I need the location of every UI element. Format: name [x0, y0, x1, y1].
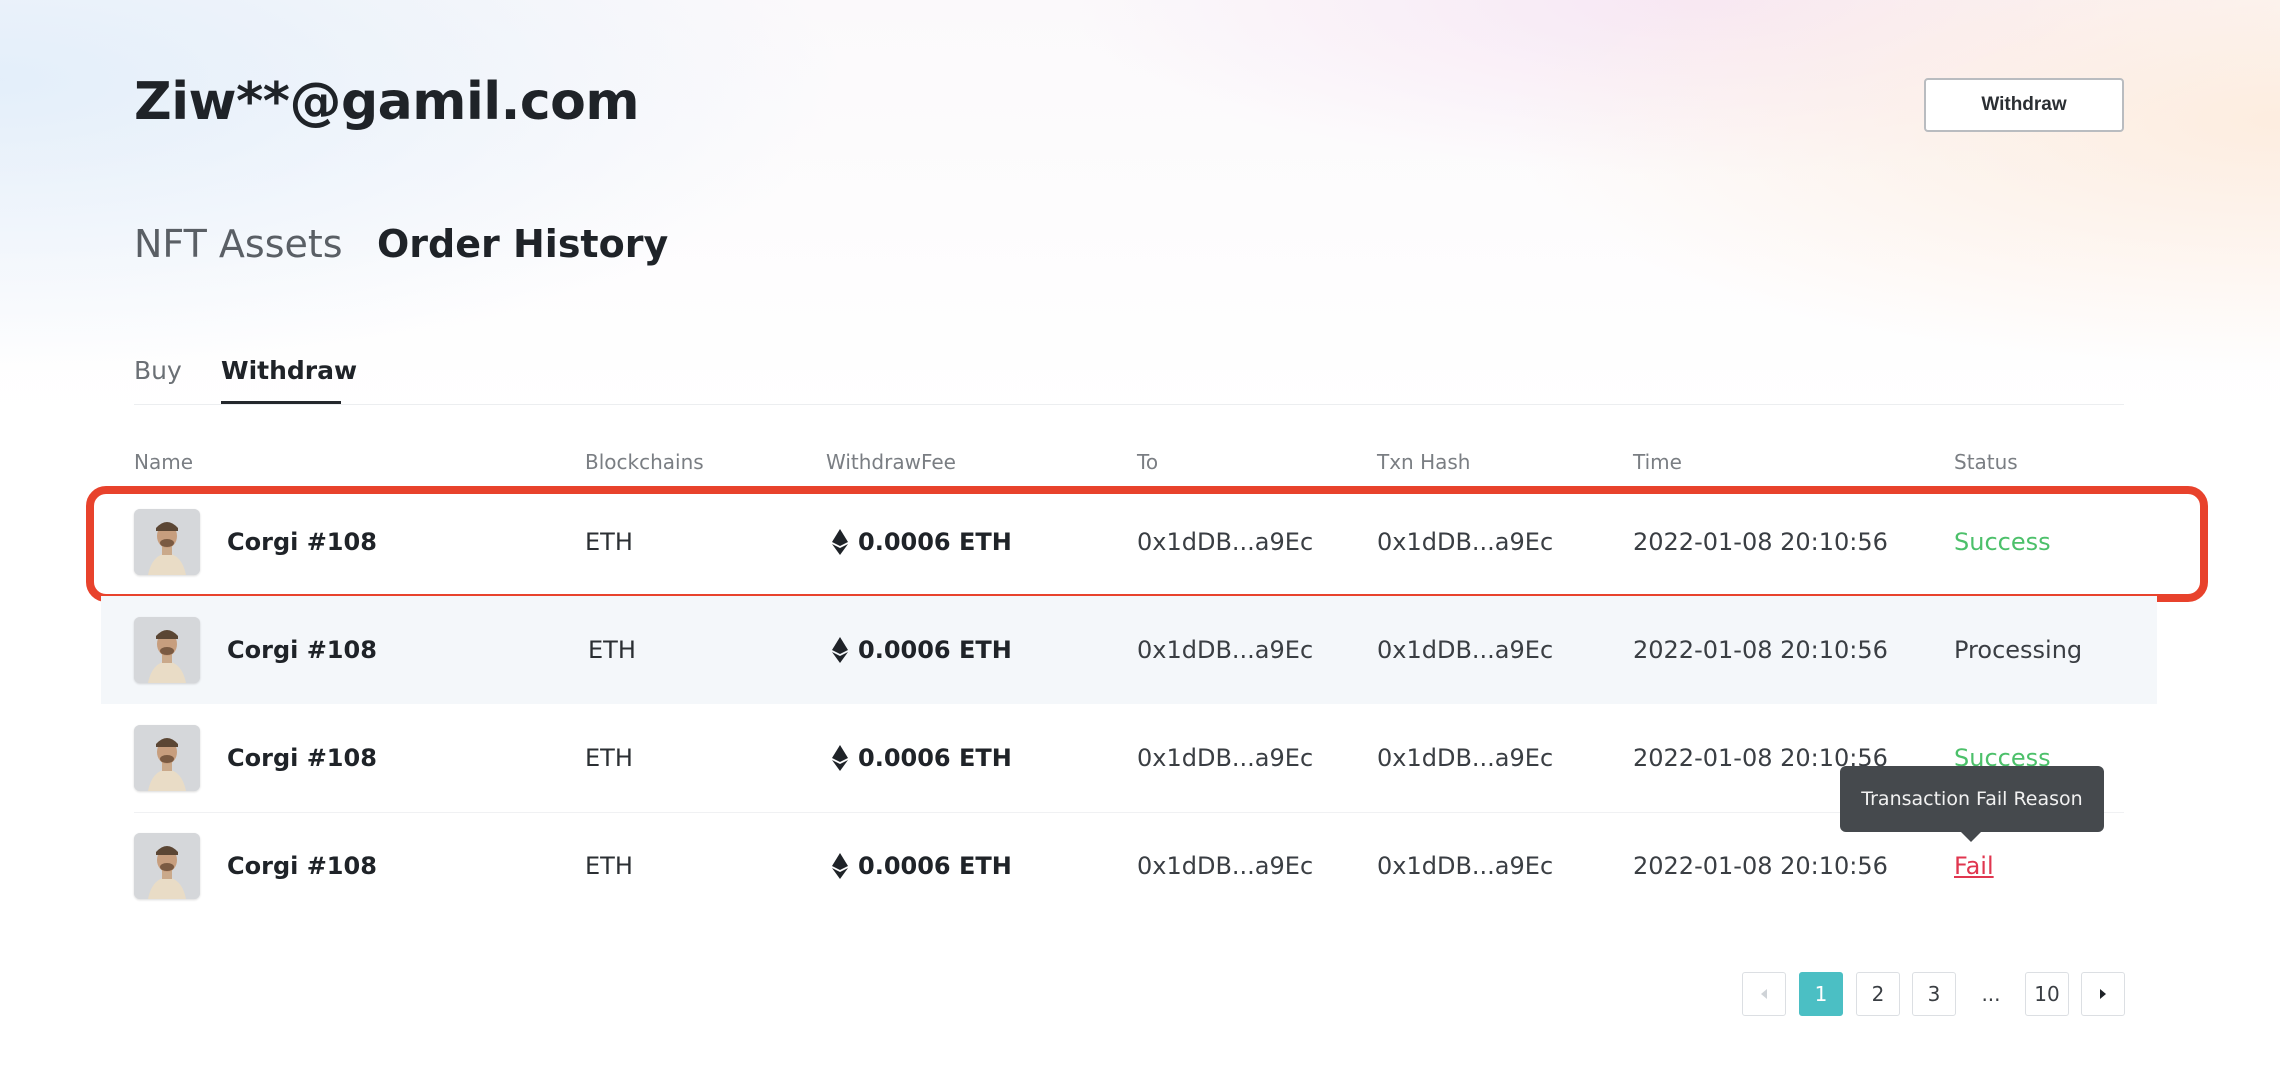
- row-blockchain: ETH: [585, 852, 633, 880]
- row-name: Corgi #108: [227, 744, 377, 772]
- fail-reason-tooltip: Transaction Fail Reason: [1840, 766, 2104, 832]
- pagination-page-2[interactable]: 2: [1856, 972, 1900, 1016]
- row-blockchain: ETH: [585, 528, 633, 556]
- row-blockchain: ETH: [588, 636, 636, 664]
- row-name: Corgi #108: [227, 528, 377, 556]
- caret-right-icon: [2100, 989, 2106, 999]
- row-withdraw-fee: 0.0006 ETH: [832, 635, 1012, 665]
- pagination-page-10[interactable]: 10: [2025, 972, 2069, 1016]
- eth-icon: [832, 745, 848, 771]
- fee-amount: 0.0006 ETH: [858, 744, 1012, 772]
- column-header-name: Name: [134, 450, 194, 474]
- corgi-avatar-icon: [134, 833, 200, 899]
- row-withdraw-fee: 0.0006 ETH: [832, 743, 1012, 773]
- row-time: 2022-01-08 20:10:56: [1633, 528, 1888, 556]
- tooltip-arrow: [1960, 831, 1982, 842]
- column-header-blockchains: Blockchains: [585, 450, 704, 474]
- pagination-prev-button[interactable]: [1742, 972, 1786, 1016]
- eth-icon: [832, 637, 848, 663]
- fee-amount: 0.0006 ETH: [858, 528, 1012, 556]
- row-divider: [134, 812, 2124, 813]
- tabs-divider: [134, 404, 2124, 405]
- row-to-address[interactable]: 0x1dDB...a9Ec: [1137, 527, 1313, 557]
- row-to-address[interactable]: 0x1dDB...a9Ec: [1137, 743, 1313, 773]
- row-name: Corgi #108: [227, 852, 377, 880]
- column-header-withdraw-fee: WithdrawFee: [826, 450, 956, 474]
- corgi-avatar-icon: [134, 617, 200, 683]
- row-status: Success: [1954, 528, 2051, 556]
- column-header-txn-hash: Txn Hash: [1377, 450, 1471, 474]
- column-header-to: To: [1137, 450, 1159, 474]
- row-status: Processing: [1954, 636, 2083, 664]
- row-txn-hash[interactable]: 0x1dDB...a9Ec: [1377, 635, 1553, 665]
- eth-icon: [832, 853, 848, 879]
- tab-nft-assets[interactable]: NFT Assets: [134, 222, 343, 266]
- row-txn-hash[interactable]: 0x1dDB...a9Ec: [1377, 851, 1553, 881]
- column-header-status: Status: [1954, 450, 2018, 474]
- pagination-next-button[interactable]: [2081, 972, 2125, 1016]
- subtab-buy[interactable]: Buy: [134, 356, 182, 385]
- row-status-fail-link[interactable]: Fail: [1954, 851, 1994, 881]
- row-blockchain: ETH: [585, 744, 633, 772]
- tab-order-history[interactable]: Order History: [377, 222, 668, 266]
- row-to-address[interactable]: 0x1dDB...a9Ec: [1137, 635, 1313, 665]
- pagination-ellipsis: ...: [1981, 982, 2001, 1006]
- pagination-page-1[interactable]: 1: [1799, 972, 1843, 1016]
- corgi-avatar-icon: [134, 725, 200, 791]
- row-txn-hash[interactable]: 0x1dDB...a9Ec: [1377, 527, 1553, 557]
- fee-amount: 0.0006 ETH: [858, 852, 1012, 880]
- pagination-page-3[interactable]: 3: [1912, 972, 1956, 1016]
- eth-icon: [832, 529, 848, 555]
- row-txn-hash[interactable]: 0x1dDB...a9Ec: [1377, 743, 1553, 773]
- row-withdraw-fee: 0.0006 ETH: [832, 527, 1012, 557]
- corgi-avatar-icon: [134, 509, 200, 575]
- withdraw-button[interactable]: Withdraw: [1924, 78, 2124, 132]
- subtab-withdraw[interactable]: Withdraw: [221, 356, 357, 385]
- row-to-address[interactable]: 0x1dDB...a9Ec: [1137, 851, 1313, 881]
- caret-left-icon: [1761, 989, 1767, 999]
- user-email-title: Ziw**@gamil.com: [134, 72, 640, 132]
- column-header-time: Time: [1633, 450, 1682, 474]
- row-name: Corgi #108: [227, 636, 377, 664]
- row-time: 2022-01-08 20:10:56: [1633, 636, 1888, 664]
- fee-amount: 0.0006 ETH: [858, 636, 1012, 664]
- row-withdraw-fee: 0.0006 ETH: [832, 851, 1012, 881]
- row-time: 2022-01-08 20:10:56: [1633, 852, 1888, 880]
